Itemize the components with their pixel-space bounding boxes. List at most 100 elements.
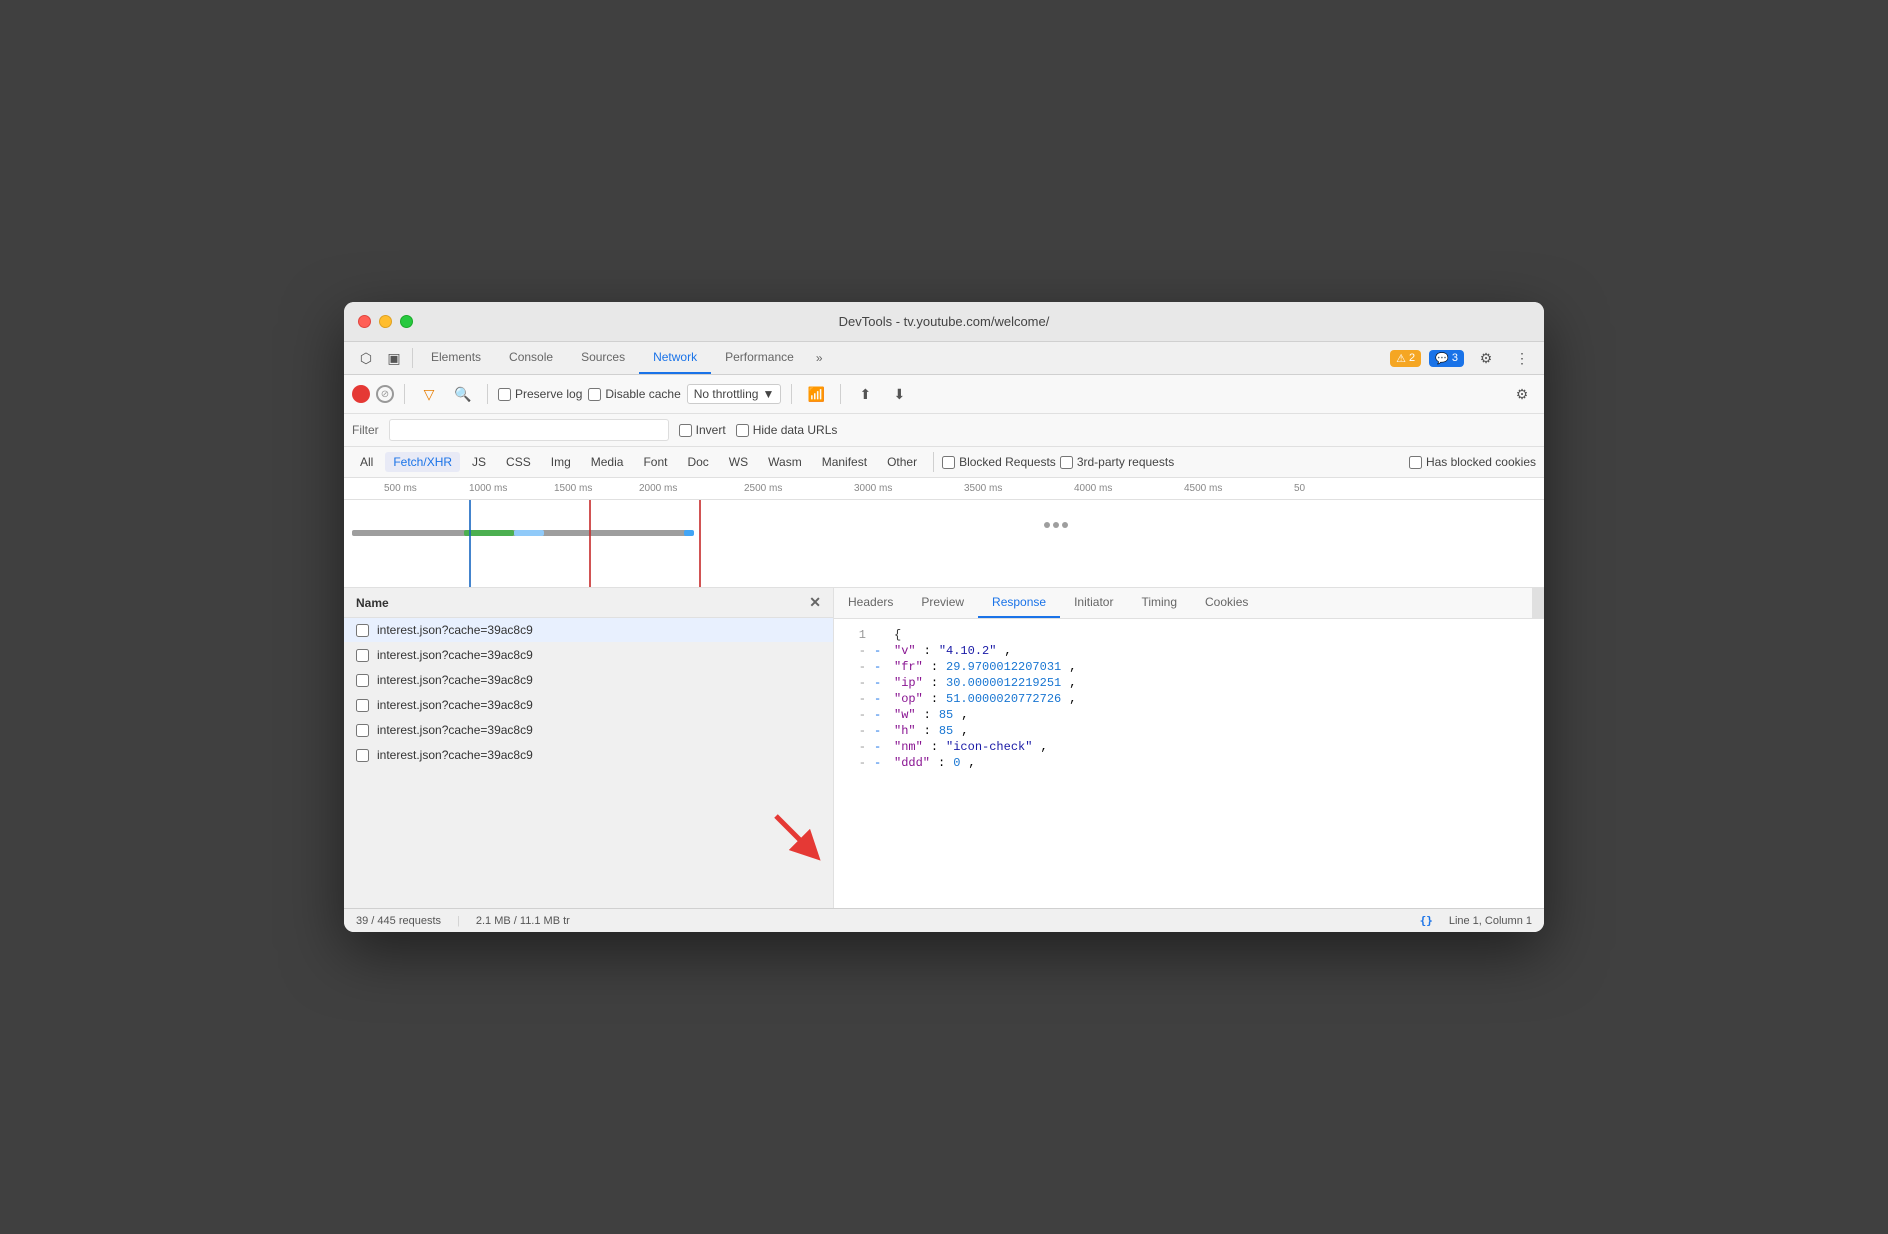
line-collapse-ddd[interactable]: - [874,756,886,770]
preserve-log-label[interactable]: Preserve log [498,387,582,401]
tick-1500: 1500 ms [554,483,592,494]
title-bar: DevTools - tv.youtube.com/welcome/ [344,302,1544,342]
search-icon[interactable]: 🔍 [449,380,477,408]
record-button[interactable] [352,385,370,403]
json-trail-w: , [961,708,968,722]
line-collapse-h[interactable]: - [874,724,886,738]
json-sep-ip: : [931,676,938,690]
pretty-print-button[interactable]: {} [1420,914,1433,927]
type-all[interactable]: All [352,452,381,472]
upload-icon[interactable]: ⬆ [851,380,879,408]
type-img[interactable]: Img [543,452,579,472]
blocked-requests-checkbox[interactable] [942,456,955,469]
name-row-checkbox-0[interactable] [356,624,369,637]
filter-icon[interactable]: ▽ [415,380,443,408]
type-css[interactable]: CSS [498,452,539,472]
name-row-5[interactable]: interest.json?cache=39ac8c9 [344,743,833,768]
detail-tab-initiator[interactable]: Initiator [1060,588,1127,618]
type-fetch-xhr[interactable]: Fetch/XHR [385,452,460,472]
detail-tabs: Headers Preview Response Initiator Timin… [834,588,1544,619]
name-row-1[interactable]: interest.json?cache=39ac8c9 [344,643,833,668]
has-blocked-checkbox[interactable] [1409,456,1422,469]
filter-input[interactable] [389,419,669,441]
name-row-checkbox-2[interactable] [356,674,369,687]
disable-cache-checkbox[interactable] [588,388,601,401]
third-party-checkbox[interactable] [1060,456,1073,469]
type-media[interactable]: Media [583,452,632,472]
hide-data-urls-label[interactable]: Hide data URLs [736,423,838,437]
line-num-dash-ip: - [846,676,866,690]
line-collapse-v[interactable]: - [874,644,886,658]
line-collapse-ip[interactable]: - [874,676,886,690]
warning-badge[interactable]: ⚠ 2 [1390,350,1421,367]
hide-data-checkbox[interactable] [736,424,749,437]
type-wasm[interactable]: Wasm [760,452,810,472]
json-val-ip: 30.0000012219251 [946,676,1061,690]
tab-network[interactable]: Network [639,342,711,374]
blocked-requests-label[interactable]: Blocked Requests [942,455,1056,469]
name-row-checkbox-4[interactable] [356,724,369,737]
scrollbar-handle[interactable] [1532,588,1544,618]
message-badge[interactable]: 💬 3 [1429,350,1464,367]
name-row-2[interactable]: interest.json?cache=39ac8c9 [344,668,833,693]
invert-checkbox[interactable] [679,424,692,437]
stop-button[interactable]: ⊘ [376,385,394,403]
type-doc[interactable]: Doc [679,452,716,472]
more-options-icon[interactable]: ⋮ [1508,344,1536,372]
detail-tab-cookies[interactable]: Cookies [1191,588,1262,618]
type-font[interactable]: Font [635,452,675,472]
network-settings-icon[interactable]: ⚙ [1508,380,1536,408]
size-status: 2.1 MB / 11.1 MB tr [476,915,570,927]
name-row-3[interactable]: interest.json?cache=39ac8c9 [344,693,833,718]
minimize-button[interactable] [379,315,392,328]
settings-icon[interactable]: ⚙ [1472,344,1500,372]
name-row-4[interactable]: interest.json?cache=39ac8c9 [344,718,833,743]
preserve-log-checkbox[interactable] [498,388,511,401]
tick-4500: 4500 ms [1184,483,1222,494]
type-js[interactable]: JS [464,452,494,472]
window-title: DevTools - tv.youtube.com/welcome/ [839,314,1050,329]
third-party-label[interactable]: 3rd-party requests [1060,455,1174,469]
close-button[interactable] [358,315,371,328]
type-manifest[interactable]: Manifest [814,452,875,472]
detail-tab-headers[interactable]: Headers [834,588,907,618]
type-other[interactable]: Other [879,452,925,472]
download-icon[interactable]: ⬇ [885,380,913,408]
inspect-icon[interactable]: ⬡ [352,344,380,372]
line-collapse-op[interactable]: - [874,692,886,706]
line-collapse-w[interactable]: - [874,708,886,722]
json-val-nm: "icon-check" [946,740,1032,754]
json-val-v: "4.10.2" [939,644,997,658]
tab-elements[interactable]: Elements [417,342,495,374]
type-ws[interactable]: WS [721,452,756,472]
name-row-0[interactable]: interest.json?cache=39ac8c9 [344,618,833,643]
detail-tab-timing[interactable]: Timing [1127,588,1191,618]
name-row-checkbox-1[interactable] [356,649,369,662]
tab-performance[interactable]: Performance [711,342,808,374]
action-sep-1 [404,384,405,404]
detail-tab-response[interactable]: Response [978,588,1060,618]
line-collapse-nm[interactable]: - [874,740,886,754]
detail-tab-preview[interactable]: Preview [907,588,978,618]
tab-more[interactable]: » [808,343,831,373]
tab-sources[interactable]: Sources [567,342,639,374]
name-row-label-3: interest.json?cache=39ac8c9 [377,698,533,712]
close-panel-button[interactable]: ✕ [809,594,821,611]
maximize-button[interactable] [400,315,413,328]
disable-cache-label[interactable]: Disable cache [588,387,680,401]
tick-2000: 2000 ms [639,483,677,494]
throttle-selector[interactable]: No throttling ▼ [687,384,782,404]
line-collapse-1[interactable] [874,628,886,642]
device-icon[interactable]: ▣ [380,344,408,372]
has-blocked-label[interactable]: Has blocked cookies [1409,455,1536,469]
line-num-1: 1 [846,628,866,642]
tab-console[interactable]: Console [495,342,567,374]
timeline-graph[interactable] [344,500,1544,588]
line-collapse-fr[interactable]: - [874,660,886,674]
timeline-dots [1044,522,1084,530]
name-row-checkbox-3[interactable] [356,699,369,712]
json-line-ddd: - - "ddd" : 0 , [846,755,1532,771]
wifi-icon[interactable]: 📶 [802,380,830,408]
name-row-checkbox-5[interactable] [356,749,369,762]
invert-label[interactable]: Invert [679,423,726,437]
